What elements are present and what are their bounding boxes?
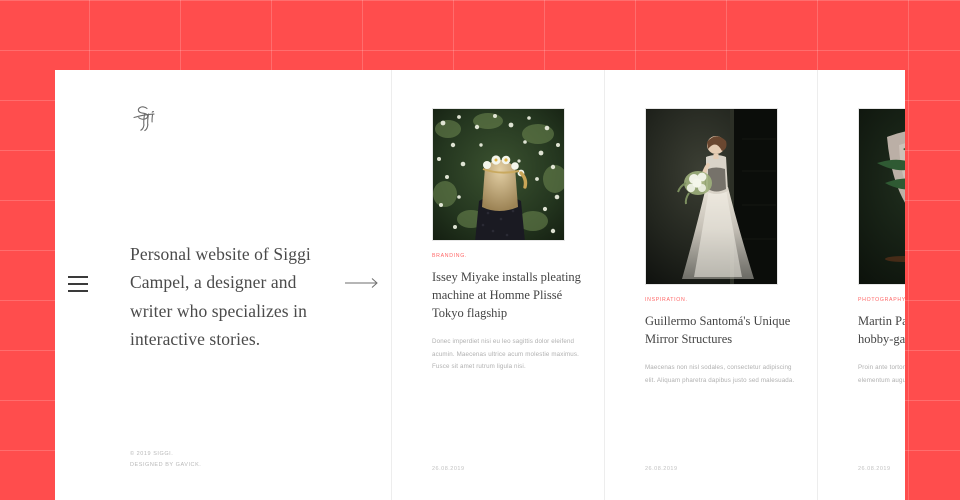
arrow-right-icon[interactable] xyxy=(345,276,381,288)
article-excerpt: Maecenas non nisl sodales, consectetur a… xyxy=(645,364,795,384)
article-category[interactable]: PHOTOGRAPHY. xyxy=(858,297,905,303)
content-panel: Personal website of Siggi Campel, a desi… xyxy=(55,70,905,500)
article-body: INSPIRATION. Guillermo Santomá's Unique … xyxy=(645,297,795,387)
article-category[interactable]: INSPIRATION. xyxy=(645,297,795,303)
article-thumbnail[interactable] xyxy=(645,108,778,285)
article-date: 26.08.2019 xyxy=(645,466,678,472)
article-date: 26.08.2019 xyxy=(432,466,465,472)
page-title: Personal website of Siggi Campel, a desi… xyxy=(130,244,311,350)
footer-credits: © 2019 SIGGI. DESIGNED BY GAVICK. xyxy=(130,449,201,472)
article-title[interactable]: Guillermo Santomá's Unique Mirror Struct… xyxy=(645,312,795,348)
article-body: BRANDING. Issey Miyake installs pleating… xyxy=(432,253,582,374)
article-date: 26.08.2019 xyxy=(858,466,891,472)
article-excerpt: Proin ante tortor, vulputate eget ni ven… xyxy=(858,364,905,384)
article-body: PHOTOGRAPHY. Martin Parr modern pass hob… xyxy=(858,297,905,387)
article-category[interactable]: BRANDING. xyxy=(432,253,582,259)
article-title[interactable]: Martin Parr modern pass hobby-garde xyxy=(858,312,905,348)
intro-column: Personal website of Siggi Campel, a desi… xyxy=(55,70,392,500)
article-card[interactable]: PHOTOGRAPHY. Martin Parr modern pass hob… xyxy=(858,70,905,500)
intro-block: Personal website of Siggi Campel, a desi… xyxy=(130,240,330,353)
article-column: BRANDING. Issey Miyake installs pleating… xyxy=(392,70,605,500)
article-title[interactable]: Issey Miyake installs pleating machine a… xyxy=(432,268,582,322)
siggi-logo[interactable] xyxy=(130,103,170,137)
article-column: INSPIRATION. Guillermo Santomá's Unique … xyxy=(605,70,818,500)
article-column: PHOTOGRAPHY. Martin Parr modern pass hob… xyxy=(818,70,905,500)
article-excerpt: Donec imperdiet nisi eu leo sagittis dol… xyxy=(432,338,580,371)
article-thumbnail[interactable] xyxy=(432,108,565,241)
article-thumbnail[interactable] xyxy=(858,108,905,285)
article-card[interactable]: BRANDING. Issey Miyake installs pleating… xyxy=(432,70,604,500)
footer-credit[interactable]: DESIGNED BY GAVICK. xyxy=(130,460,201,472)
article-card[interactable]: INSPIRATION. Guillermo Santomá's Unique … xyxy=(645,70,817,500)
footer-copyright: © 2019 SIGGI. xyxy=(130,450,174,457)
